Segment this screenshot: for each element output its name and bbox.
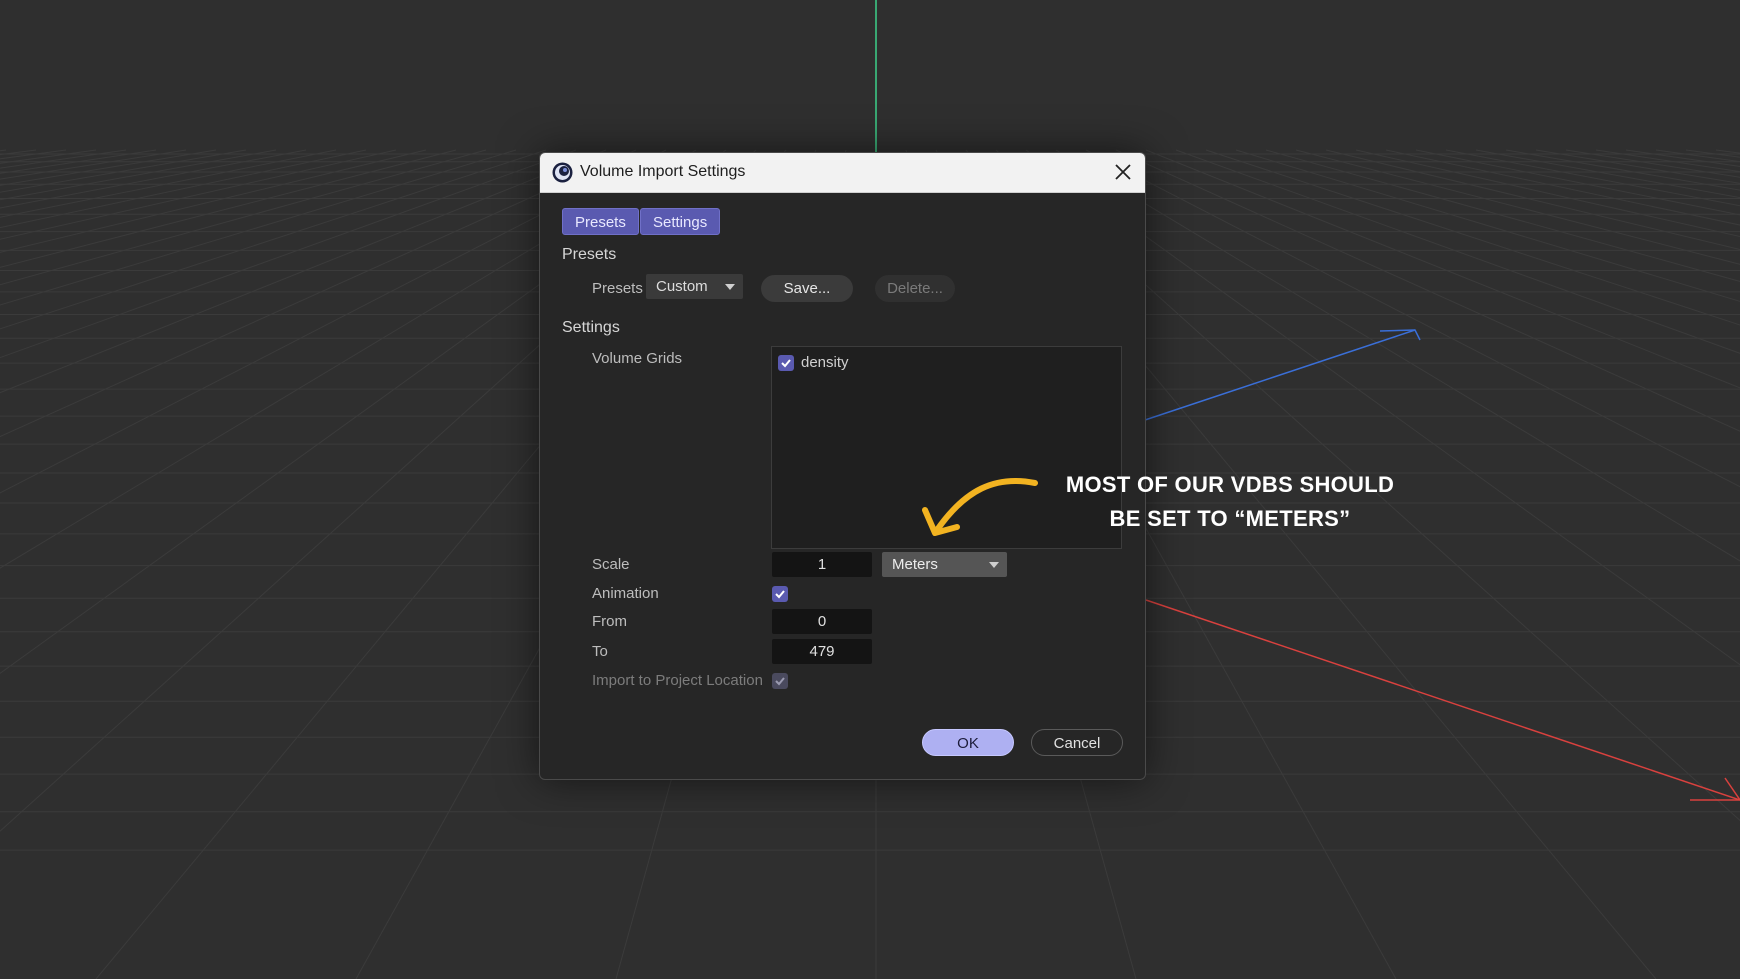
volume-grids-label: Volume Grids [592, 350, 683, 367]
scale-label: Scale [592, 556, 630, 573]
dialog-titlebar[interactable]: Volume Import Settings [540, 153, 1145, 193]
ok-button[interactable]: OK [922, 729, 1014, 756]
cinema4d-logo-icon [552, 162, 573, 183]
volume-import-dialog: Volume Import Settings Presets Settings … [539, 152, 1146, 780]
scale-unit-value: Meters [892, 556, 938, 573]
to-label: To [592, 643, 608, 660]
presets-dropdown-value: Custom [656, 278, 708, 295]
checkmark-icon [781, 359, 791, 368]
presets-dropdown[interactable]: Custom [646, 274, 743, 299]
presets-section-title: Presets [562, 246, 617, 263]
tab-settings[interactable]: Settings [640, 208, 721, 235]
animation-checkbox[interactable] [772, 586, 788, 602]
import-location-label: Import to Project Location [592, 672, 763, 689]
animation-label: Animation [592, 585, 659, 602]
annotation-arrow-icon [922, 477, 1038, 536]
scale-unit-dropdown[interactable]: Meters [882, 552, 1007, 577]
to-input[interactable]: 479 [772, 639, 872, 664]
cancel-button[interactable]: Cancel [1031, 729, 1123, 756]
settings-section-title: Settings [562, 319, 620, 336]
density-checkbox[interactable] [778, 355, 794, 371]
scale-input[interactable]: 1 [772, 552, 872, 577]
from-input[interactable]: 0 [772, 609, 872, 634]
density-label: density [801, 354, 849, 371]
tab-presets[interactable]: Presets [562, 208, 639, 235]
dialog-title: Volume Import Settings [580, 163, 746, 180]
presets-label: Presets [592, 280, 643, 297]
close-icon[interactable] [1111, 160, 1135, 184]
chevron-down-icon [725, 284, 735, 290]
delete-button[interactable]: Delete... [875, 275, 955, 302]
checkmark-icon [775, 590, 785, 599]
import-location-checkbox[interactable] [772, 673, 788, 689]
annotation-line-2: BE SET TO “METERS” [1109, 506, 1351, 531]
save-button[interactable]: Save... [761, 275, 853, 302]
annotation-text: MOST OF OUR VDBS SHOULD BE SET TO “METER… [1030, 468, 1430, 536]
from-label: From [592, 613, 627, 630]
chevron-down-icon [989, 562, 999, 568]
annotation-line-1: MOST OF OUR VDBS SHOULD [1065, 472, 1395, 497]
checkmark-icon [775, 677, 785, 686]
